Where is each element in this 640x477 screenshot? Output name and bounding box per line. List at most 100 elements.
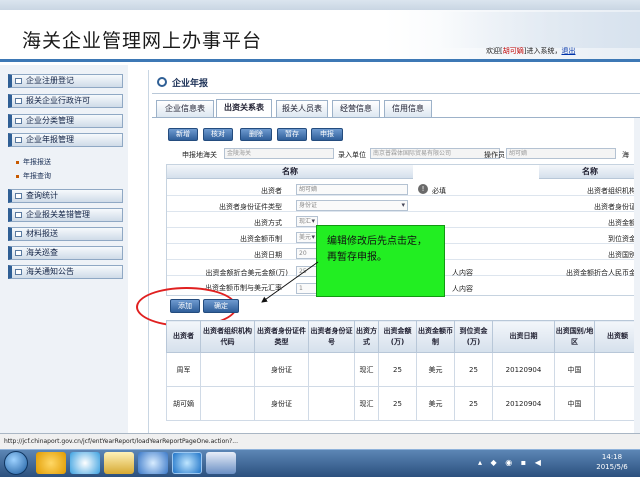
welcome-text: 欢迎[胡可嫡]进入系统，退出 [486,46,575,56]
folder-icon [15,250,22,256]
logout-link[interactable]: 退出 [561,47,575,55]
header-decoration [440,12,640,48]
welcome-user: 胡可嫡 [502,47,524,55]
currency-label: 出资金额币制 [240,235,282,243]
table-header: 到位资金(万) [454,320,493,353]
right-rmb-label: 出资金额折合人民币金 [566,269,636,277]
sidebar-item-annual-report[interactable]: 企业年报管理 [8,133,123,147]
table-cell [200,386,255,421]
right-amount-label: 出资金额 [608,219,636,227]
save-draft-button[interactable]: 暂存 [277,128,307,141]
usd-input[interactable]: 25 [296,266,318,277]
sidebar-item-errors[interactable]: 企业报关差错管理 [8,208,123,222]
table-cell [200,352,255,387]
start-button[interactable] [4,451,28,475]
operator-label: 操作员 [484,151,505,159]
table-header: 出资日期 [492,320,555,353]
currency-select[interactable]: 美元 [296,232,318,243]
vertical-scrollbar[interactable] [634,118,640,433]
sidebar-item-classification[interactable]: 企业分类管理 [8,114,123,128]
hint-callout: 编辑修改后先点击定，再暂存申报。 [316,225,445,297]
table-header: 出资方式 [354,320,379,353]
idtype-label: 出资者身份证件类型 [219,203,282,211]
window-top-strip [0,0,640,10]
table-cell: 25 [454,352,493,387]
sidebar-item-materials[interactable]: 材料报送 [8,227,123,241]
folder-icon [15,231,22,237]
customs-field[interactable]: 金陵海关 [224,148,334,159]
method-select[interactable]: 现汇 [296,216,318,227]
folder-icon [15,269,22,275]
mid-text-2: 人内容 [452,285,473,293]
idtype-select[interactable]: 身份证 [296,200,408,211]
add-button[interactable]: 添加 [170,299,200,313]
plane-icon[interactable] [138,452,168,474]
new-button[interactable]: 新增 [168,128,198,141]
clock[interactable]: 14:18 2015/5/6 [588,452,636,472]
investor-table: 出资者 出资者组织机构代码 出资者身份证件类型 出资者身份证号 出资方式 出资金… [166,320,640,421]
right-arrival-label: 到位资金 [608,235,636,243]
sidebar-item-license[interactable]: 报关企业行政许可 [8,94,123,108]
sidebar-item-notices[interactable]: 海关通知公告 [8,265,123,279]
gear-icon [157,77,167,87]
table-cell: 20120904 [492,352,555,387]
tab-staff[interactable]: 报关人员表 [276,100,328,117]
sidebar-subitem-report-query[interactable]: 年报查询 [16,171,51,181]
clock-time: 14:18 [601,453,623,461]
word-icon[interactable] [206,452,236,474]
rate-input[interactable]: 1 [296,283,318,294]
submit-button[interactable]: 申报 [311,128,343,141]
folder-icon [15,78,22,84]
sidebar-item-label: 海关巡查 [26,248,58,257]
table-cell: 身份证 [254,352,309,387]
folder-icon [15,118,22,124]
operator-field[interactable]: 胡可嫡 [506,148,616,159]
mid-text-1: 人内容 [452,269,473,277]
subitem-label: 年报报送 [23,158,51,166]
table-cell: 胡可嫡 [166,386,201,421]
table-row[interactable]: 周军 身份证 现汇 25 美元 25 20120904 中国 [166,352,640,387]
folder-icon[interactable] [104,452,134,474]
check-button[interactable]: 核对 [203,128,233,141]
delete-button[interactable]: 删除 [240,128,272,141]
section-divider [152,93,640,94]
sidebar-item-inspection[interactable]: 海关巡查 [8,246,123,260]
tab-business[interactable]: 经营信息 [332,100,380,117]
investor-label: 出资者 [261,187,282,195]
table-header: 出资金额(万) [378,320,417,353]
app-s-icon[interactable] [70,452,100,474]
status-bar-url: http://jcf.chinaport.gov.cn/jcf/entYearR… [0,433,640,449]
sidebar-item-label: 企业报关差错管理 [26,210,90,219]
sidebar: 企业注册登记 报关企业行政许可 企业分类管理 企业年报管理 年报报送 年报查询 … [0,65,128,433]
right-country-label: 出资国别 [608,251,636,259]
sidebar-subitem-report-submit[interactable]: 年报报送 [16,157,51,167]
sidebar-item-label: 企业年报管理 [26,135,74,144]
extra-label: 海 [622,151,629,159]
table-header-row: 出资者 出资者组织机构代码 出资者身份证件类型 出资者身份证号 出资方式 出资金… [166,320,640,353]
usd-label: 出资金额折合美元金额(万) [205,269,288,277]
investor-input[interactable]: 胡可嫡 [296,184,408,195]
tab-investment[interactable]: 出资关系表 [216,99,272,118]
table-header: 出资国别/地区 [554,320,595,353]
tab-credit[interactable]: 信用信息 [384,100,432,117]
explorer-icon[interactable] [36,452,66,474]
system-tray[interactable]: ▴ ◆ ◉ ▪ ◀ [478,452,578,474]
unit-field[interactable]: 南京普霖体国际贸易有限公司 [370,148,500,159]
ie-icon[interactable] [172,452,202,474]
welcome-suffix: ]进入系统， [523,47,562,55]
table-cell: 现汇 [354,352,379,387]
table-header: 出资者身份证号 [308,320,355,353]
tab-enterprise-info[interactable]: 企业信息表 [156,100,214,117]
subitem-label: 年报查询 [23,172,51,180]
clock-date: 2015/5/6 [596,463,628,471]
sidebar-item-registration[interactable]: 企业注册登记 [8,74,123,88]
table-cell: 周军 [166,352,201,387]
table-cell: 20120904 [492,386,555,421]
sidebar-item-label: 材料报送 [26,229,58,238]
sidebar-item-statistics[interactable]: 查询统计 [8,189,123,203]
welcome-prefix: 欢迎[ [486,47,503,55]
folder-icon [15,212,22,218]
confirm-button[interactable]: 确定 [203,299,239,313]
date-input[interactable]: 20 [296,248,318,259]
table-row[interactable]: 胡可嫡 身份证 现汇 25 美元 25 20120904 中国 [166,386,640,421]
